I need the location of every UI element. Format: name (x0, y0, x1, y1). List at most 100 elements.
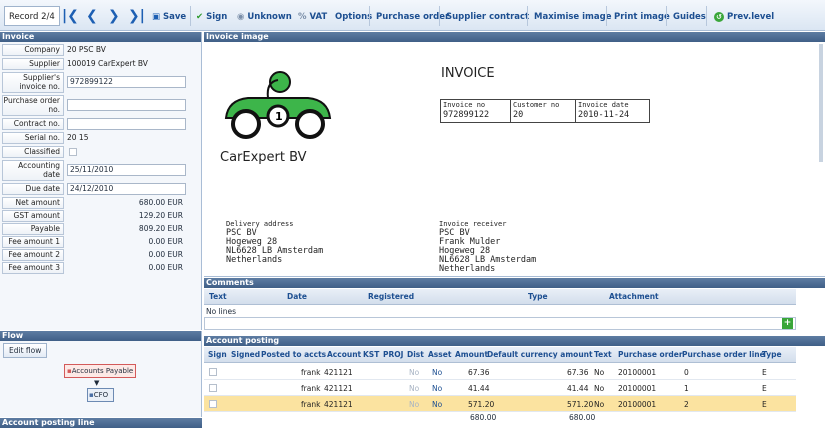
edit-flow-button[interactable]: Edit flow (3, 343, 48, 358)
account-posting-title: Account posting (204, 336, 825, 346)
sign-checkbox[interactable] (209, 384, 217, 392)
col-date[interactable]: Date (287, 292, 307, 301)
toolbar: Record 2/4 |❮ ❮ ❯ ❯| ▣ Save ✔ Sign ◉ Unk… (0, 0, 825, 31)
col-signed[interactable]: Signed (231, 350, 260, 359)
invoice-no-label: Invoice no (443, 101, 486, 109)
accounting-date-label: Accounting date (2, 160, 64, 181)
supplier-label: Supplier (2, 58, 64, 70)
print-image-button[interactable]: Print image (614, 10, 670, 24)
comments-panel: Comments Text Date Registered Type Attac… (204, 278, 825, 332)
col-attachment[interactable]: Attachment (609, 292, 659, 301)
col-dist[interactable]: Dist (407, 350, 424, 359)
classified-checkbox[interactable] (69, 148, 77, 156)
company-label: Company (2, 44, 64, 56)
last-record-icon[interactable]: ❯| (128, 8, 145, 24)
default-amount-cell: 41.44 (567, 384, 589, 393)
image-scrollbar[interactable] (819, 44, 823, 162)
add-comment-icon[interactable]: + (782, 318, 793, 329)
customer-no-label: Customer no (513, 101, 560, 109)
table-row[interactable]: frank 421121 No No 41.44 41.44 No 20100001 1 E (204, 380, 796, 396)
previous-record-icon[interactable]: ❮ (86, 8, 98, 24)
svg-text:1: 1 (275, 110, 283, 123)
dist-cell: No (409, 400, 420, 409)
col-amount[interactable]: Amount (455, 350, 488, 359)
invoice-panel-title: Invoice (0, 32, 201, 42)
purchase-order-line-cell: 2 (684, 400, 689, 409)
gst-amount-value: 129.20 EUR (138, 211, 183, 220)
dist-cell: No (409, 368, 420, 377)
fee-amount-1-value: 0.00 EUR (148, 237, 183, 246)
col-purchase-order[interactable]: Purchase order (618, 350, 683, 359)
sign-button[interactable]: ✔ Sign (196, 10, 227, 24)
unknown-button[interactable]: ◉ Unknown (237, 10, 292, 24)
asset-cell: No (432, 384, 443, 393)
col-account[interactable]: Account (327, 350, 361, 359)
invoice-company-name: CarExpert BV (220, 150, 307, 165)
back-circle-icon: ↺ (714, 12, 724, 22)
purchase-order-input[interactable] (67, 99, 186, 111)
comments-new-row[interactable] (204, 317, 796, 330)
invoice-date-label: Invoice date (578, 101, 629, 109)
invoice-date-value: 2010-11-24 (578, 110, 630, 120)
next-record-icon[interactable]: ❯ (108, 8, 120, 24)
no-lines-text: No lines (206, 307, 237, 316)
supplier-contract-button[interactable]: Supplier contract (446, 10, 529, 24)
net-amount-value: 680.00 EUR (138, 198, 183, 207)
supplier-invoice-input[interactable]: 972899122 (67, 76, 186, 88)
col-text[interactable]: Text (594, 350, 612, 359)
contract-input[interactable] (67, 118, 186, 130)
accounting-date-input[interactable]: 25/11/2010 (67, 164, 186, 176)
cfo-node[interactable]: ▪CFO (87, 388, 114, 402)
sign-checkbox[interactable] (209, 400, 217, 408)
table-row[interactable]: frank 421121 No No 571.20 571.20 No 20100001 2 E (204, 396, 796, 412)
purchase-order-line-cell: 1 (684, 384, 689, 393)
company-value: 20 PSC BV (67, 45, 106, 54)
text-cell: No (594, 384, 605, 393)
delivery-line: Netherlands (226, 255, 283, 265)
table-row[interactable]: frank 421121 No No 67.36 67.36 No 20100001 0 E (204, 364, 796, 380)
col-proj[interactable]: PROJ (383, 350, 403, 359)
prev-level-button[interactable]: ↺ Prev.level (714, 10, 774, 24)
col-purchase-order-line[interactable]: Purchase order line (682, 350, 765, 359)
serial-value: 20 15 (67, 133, 89, 142)
posting-header-row: Sign Signed Posted to accts Account KST … (204, 347, 796, 363)
guides-button[interactable]: Guides (673, 10, 706, 24)
save-button[interactable]: ▣ Save (152, 10, 186, 24)
sign-checkbox[interactable] (209, 368, 217, 376)
col-asset[interactable]: Asset (428, 350, 451, 359)
col-sign[interactable]: Sign (208, 350, 227, 359)
invoice-no-value: 972899122 (443, 110, 490, 120)
purchase-order-line-cell: 0 (684, 368, 689, 377)
contract-label: Contract no. (2, 118, 64, 130)
col-text[interactable]: Text (209, 292, 227, 301)
unknown-icon: ◉ (237, 12, 245, 22)
posted-by-cell: frank (301, 368, 321, 377)
purchase-order-cell: 20100001 (618, 400, 657, 409)
col-posted[interactable]: Posted to accts (261, 350, 326, 359)
fee-amount-1-label: Fee amount 1 (2, 236, 64, 248)
col-type[interactable]: Type (528, 292, 548, 301)
fee-amount-2-label: Fee amount 2 (2, 249, 64, 261)
record-indicator: Record 2/4 (4, 6, 60, 26)
purchase-order-cell: 20100001 (618, 384, 657, 393)
options-button[interactable]: Options (335, 10, 372, 24)
invoice-image-panel: Invoice image 1 CarExpert BV INVOICE Inv… (204, 32, 825, 277)
default-amount-cell: 571.20 (567, 400, 594, 409)
payable-value: 809.20 EUR (138, 224, 183, 233)
col-default-currency-amount[interactable]: Default currency amount (487, 350, 593, 359)
col-kst[interactable]: KST (363, 350, 379, 359)
vat-button[interactable]: % VAT (298, 10, 327, 24)
car-logo-image: 1 (224, 71, 332, 139)
type-cell: E (762, 400, 767, 409)
first-record-icon[interactable]: |❮ (62, 8, 79, 24)
type-cell: E (762, 384, 767, 393)
due-date-input[interactable]: 24/12/2010 (67, 183, 186, 195)
invoice-image-title: Invoice image (204, 32, 825, 42)
accounts-payable-node[interactable]: ▪Accounts Payable (64, 364, 136, 378)
invoice-info-box: Invoice no 972899122 Customer no 20 Invoic… (440, 99, 650, 123)
col-type[interactable]: Type (762, 350, 782, 359)
maximise-image-button[interactable]: Maximise image (534, 10, 612, 24)
payable-label: Payable (2, 223, 64, 235)
col-registered[interactable]: Registered (368, 292, 414, 301)
invoice-panel: Invoice Company 20 PSC BV Supplier 10001… (0, 32, 202, 330)
